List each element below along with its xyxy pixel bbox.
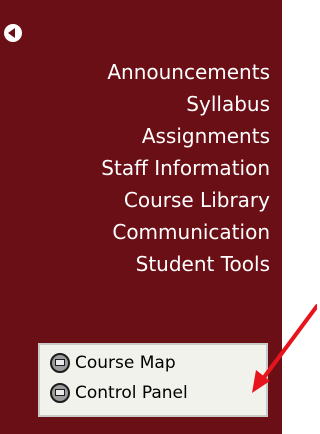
tools-box: Course Map Control Panel bbox=[38, 343, 268, 417]
course-nav-list: Announcements Syllabus Assignments Staff… bbox=[101, 60, 270, 284]
control-panel-icon bbox=[50, 383, 70, 403]
course-map-label: Course Map bbox=[75, 353, 176, 373]
nav-item-communication[interactable]: Communication bbox=[101, 220, 270, 252]
course-menu-panel: Announcements Syllabus Assignments Staff… bbox=[0, 0, 282, 434]
collapse-menu-icon[interactable] bbox=[4, 24, 22, 42]
nav-item-announcements[interactable]: Announcements bbox=[101, 60, 270, 92]
nav-item-student-tools[interactable]: Student Tools bbox=[101, 252, 270, 284]
control-panel-label: Control Panel bbox=[75, 383, 188, 403]
course-map-link[interactable]: Course Map bbox=[50, 350, 176, 376]
nav-item-staff-information[interactable]: Staff Information bbox=[101, 156, 270, 188]
course-map-icon bbox=[50, 353, 70, 373]
control-panel-link[interactable]: Control Panel bbox=[50, 380, 188, 406]
nav-item-assignments[interactable]: Assignments bbox=[101, 124, 270, 156]
nav-item-course-library[interactable]: Course Library bbox=[101, 188, 270, 220]
nav-item-syllabus[interactable]: Syllabus bbox=[101, 92, 270, 124]
